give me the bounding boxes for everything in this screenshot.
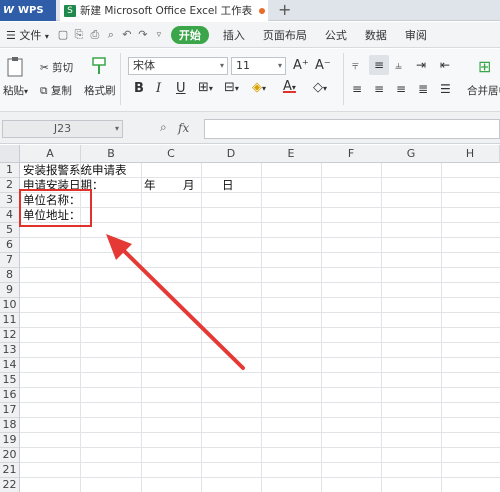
wps-spreadsheet-window: W WPS S 新建 Microsoft Office Excel 工作表 + … xyxy=(0,0,500,492)
annotation-arrow-icon xyxy=(106,234,245,370)
